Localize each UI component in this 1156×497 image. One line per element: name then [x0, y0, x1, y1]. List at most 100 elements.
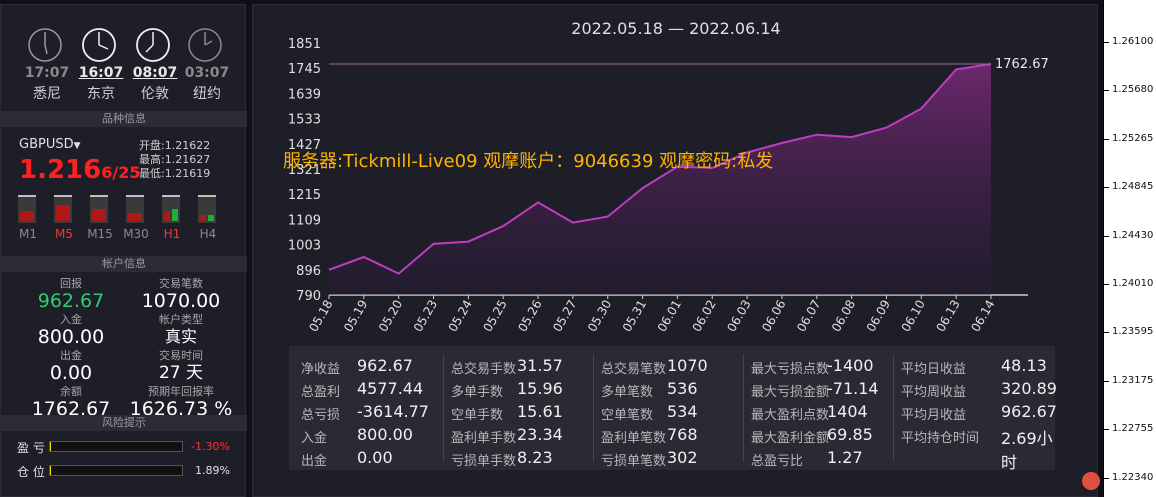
y-tick-label: 896 — [296, 264, 321, 279]
symbol-selector[interactable]: GBPUSD▼ — [19, 137, 81, 152]
timeframe-bar-h1[interactable] — [162, 195, 180, 223]
stat-label: 总盈利 — [301, 385, 341, 400]
timeframe-label[interactable]: H1 — [162, 227, 182, 241]
price-tick — [1104, 187, 1109, 189]
timeframe-label[interactable]: H4 — [198, 227, 218, 241]
account-type-value: 真实 — [164, 327, 197, 346]
stat-value: 536 — [667, 379, 698, 398]
price-label: 1.25680 — [1112, 84, 1154, 96]
timeframe-bar-m1[interactable] — [18, 195, 36, 223]
section-header-risk: 风险提示 — [1, 415, 247, 431]
timeframe-label[interactable]: M5 — [54, 227, 74, 241]
clock-tokyo: 16:07 东京 — [79, 27, 123, 102]
high-label: 最高: — [139, 153, 165, 166]
x-axis: 05.18 05.19 05.20 05.23 05.24 05.25 05.26 05.27… — [306, 294, 1028, 335]
stat-value: 2.69小时 — [1001, 429, 1053, 472]
stat-value: -3614.77 — [357, 402, 429, 421]
timeframe-bar-m5[interactable] — [54, 195, 72, 223]
y-tick-label: 1533 — [288, 113, 321, 128]
clock-city: 悉尼 — [33, 86, 61, 102]
price-tick — [1104, 42, 1109, 43]
price-tick — [1104, 284, 1109, 285]
x-tick-label: 06.14 — [968, 298, 997, 335]
stat-label: 净收益 — [301, 362, 341, 377]
x-tick-label: 05.23 — [411, 298, 440, 335]
stat-value: 1404 — [827, 402, 868, 421]
timeframe-bar-h4[interactable] — [198, 195, 216, 223]
timeframe-bar-m15[interactable] — [90, 195, 108, 223]
x-tick-label: 05.26 — [515, 298, 544, 335]
x-tick-label: 06.03 — [724, 297, 753, 334]
stat-value: 23.34 — [517, 425, 563, 444]
x-tick-label: 05.24 — [446, 298, 475, 335]
price-label: 1.23595 — [1112, 326, 1154, 338]
stat-label: 最大亏损点数 — [751, 362, 830, 377]
price-label: 1.25265 — [1112, 132, 1154, 144]
timeframe-label[interactable]: M15 — [87, 227, 113, 241]
stat-value: 4577.44 — [357, 379, 424, 398]
stat-value: 962.67 — [1001, 402, 1057, 421]
x-tick-label: 05.31 — [620, 298, 649, 335]
return-label: 回报 — [60, 277, 82, 290]
stat-value: 1.27 — [827, 448, 863, 467]
stat-column-divider — [893, 354, 894, 462]
price-tick — [1104, 380, 1109, 382]
stat-label: 亏损单笔数 — [601, 454, 667, 469]
stat-label: 空单笔数 — [601, 408, 654, 423]
stat-label: 平均月收益 — [901, 408, 967, 423]
pl-progress — [49, 441, 183, 452]
ohl-block: 开盘:1.21622 最高:1.21627 最低:1.21619 — [139, 139, 210, 181]
timeframe-label[interactable]: M30 — [123, 227, 149, 241]
stat-label: 盈利单手数 — [451, 431, 517, 446]
annual-return-label: 预期年回报率 — [148, 385, 214, 398]
y-tick-label: 1109 — [288, 213, 321, 228]
account-col-right: 交易笔数 1070.00 帐户类型 真实 交易时间 27 天 预期年回报率 16… — [123, 275, 239, 419]
clock-time: 16:07 — [78, 65, 124, 81]
price-label: 1.26100 — [1112, 36, 1154, 47]
price-tick — [1104, 90, 1109, 92]
stat-value: -1400 — [827, 356, 874, 375]
x-tick-label: 06.13 — [933, 298, 962, 335]
timeframe-bar-m30[interactable] — [126, 195, 144, 223]
x-tick-label: 05.30 — [585, 298, 614, 335]
price-label: 1.22340 — [1112, 471, 1154, 483]
stat-label: 总交易手数 — [451, 362, 517, 377]
app-logo-icon — [1082, 472, 1100, 490]
clock-icon — [28, 28, 62, 62]
stat-value: 962.67 — [357, 356, 413, 375]
open-label: 开盘: — [139, 139, 165, 152]
stat-label: 总交易笔数 — [601, 362, 667, 377]
stat-value: 534 — [667, 402, 698, 421]
stat-value: 8.23 — [517, 448, 553, 467]
stat-label: 最大亏损金额 — [751, 385, 830, 400]
timeframe-label[interactable]: M1 — [18, 227, 38, 241]
price-tick — [1104, 235, 1109, 237]
pl-label: 盈 亏 — [17, 441, 45, 455]
clock-time: 08:07 — [132, 65, 178, 81]
stat-value: 15.96 — [517, 379, 563, 398]
price-label: 1.24845 — [1112, 181, 1154, 193]
stat-value: 800.00 — [357, 425, 413, 444]
price-tick — [1104, 332, 1109, 334]
x-tick-label: 06.01 — [655, 298, 684, 335]
withdraw-label: 出金 — [60, 349, 82, 362]
price-tick — [1104, 138, 1109, 140]
position-label: 仓 位 — [17, 465, 45, 479]
stat-value: 31.57 — [517, 356, 563, 375]
stat-label: 盈利单笔数 — [601, 431, 667, 446]
y-tick-label: 1215 — [288, 188, 321, 203]
x-tick-label: 06.10 — [899, 298, 928, 335]
account-type-label: 帐户类型 — [159, 313, 203, 326]
bid-price: 1.2166/25 — [19, 155, 141, 185]
x-tick-label: 05.25 — [481, 298, 510, 335]
y-tick-label: 1745 — [288, 62, 321, 77]
deposit-value: 800.00 — [37, 326, 105, 348]
section-header-account: 帐户信息 — [1, 256, 247, 272]
price-label: 1.22755 — [1112, 423, 1154, 435]
stat-label: 总盈亏比 — [751, 454, 804, 469]
stat-label: 出金 — [301, 454, 328, 469]
clock-london: 08:07 伦敦 — [133, 27, 177, 102]
stat-label: 平均日收益 — [901, 362, 967, 377]
equity-chart-panel: 2022.05.18 — 2022.06.14 1851 1745 1639 1533… — [252, 4, 1098, 497]
clock-city: 纽约 — [193, 86, 221, 102]
